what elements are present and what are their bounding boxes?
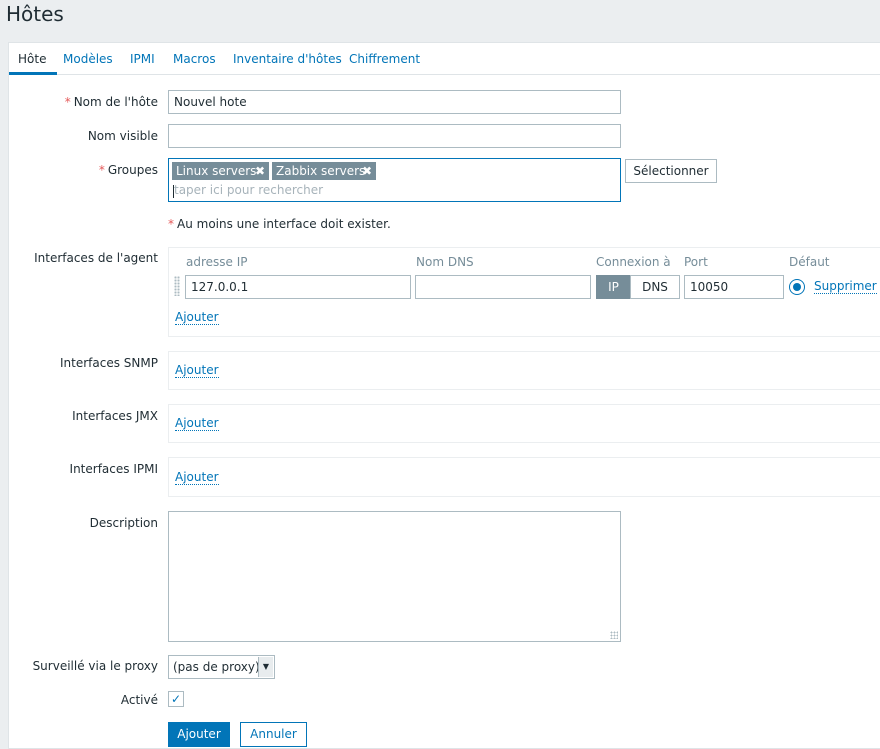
description-textarea[interactable] [168,511,621,642]
visible-name-input[interactable] [168,124,621,148]
text-cursor [173,185,174,198]
remove-interface-link[interactable]: Supprimer [814,279,877,294]
page-title: Hôtes [6,2,64,26]
cancel-button[interactable]: Annuler [240,722,307,747]
jmx-interfaces-label: Interfaces JMX [72,409,158,423]
remove-icon[interactable]: ✖ [360,162,374,180]
tab-host[interactable]: Hôte [18,52,46,66]
proxy-select-value: (pas de proxy) [173,660,260,674]
tab-encryption[interactable]: Chiffrement [349,52,420,66]
tab-macros[interactable]: Macros [173,52,216,66]
required-marker: * [64,95,71,109]
select-groups-button[interactable]: Sélectionner [625,159,717,183]
default-interface-radio[interactable] [789,279,805,295]
tab-templates[interactable]: Modèles [63,52,113,66]
group-chip-label: Linux servers [176,164,257,178]
group-chip: Zabbix servers ✖ [272,162,376,180]
ipmi-interfaces-label: Interfaces IPMI [69,462,158,476]
add-jmx-interface-link[interactable]: Ajouter [175,416,219,431]
agent-ip-input[interactable]: 127.0.0.1 [185,275,411,299]
snmp-interfaces-box [168,351,880,390]
tab-ipmi[interactable]: IPMI [130,52,155,66]
tab-bar: Hôte Modèles IPMI Macros Inventaire d'hô… [9,43,880,75]
col-port-header: Port [684,255,708,269]
visible-name-label: Nom visible [87,129,158,143]
interface-warning: * Au moins une interface doit exister. [168,217,391,231]
remove-icon[interactable]: ✖ [253,162,267,180]
host-name-input[interactable]: Nouvel hote [168,90,621,114]
connect-ip-toggle[interactable]: IP [596,275,631,299]
col-dns-header: Nom DNS [416,255,474,269]
host-name-label: * Nom de l'hôte [64,95,158,109]
add-agent-interface-link[interactable]: Ajouter [175,310,219,325]
proxy-select[interactable]: (pas de proxy) ▼ [168,655,275,679]
add-snmp-interface-link[interactable]: Ajouter [175,363,219,378]
groups-label: * Groupes [98,163,158,177]
active-tab-indicator [9,72,57,75]
required-marker: * [98,163,105,177]
groups-search-placeholder[interactable]: taper ici pour rechercher [174,183,323,197]
enabled-label: Activé [120,693,158,707]
jmx-interfaces-box [168,404,880,443]
group-chip: Linux servers ✖ [172,162,269,180]
agent-dns-input[interactable] [415,275,591,299]
drag-handle-icon[interactable] [174,276,180,296]
chevron-down-icon[interactable]: ▼ [258,657,273,677]
add-button[interactable]: Ajouter [168,722,230,747]
agent-port-input[interactable]: 10050 [684,275,784,299]
add-ipmi-interface-link[interactable]: Ajouter [175,470,219,485]
enabled-checkbox[interactable]: ✓ [168,691,184,707]
resize-grip-icon[interactable] [610,631,618,639]
proxy-label: Surveillé via le proxy [32,659,158,673]
col-connect-header: Connexion à [596,255,671,269]
connect-dns-toggle[interactable]: DNS [630,275,680,299]
col-ip-header: adresse IP [186,255,248,269]
groups-multiselect[interactable]: Linux servers ✖ Zabbix servers ✖ taper i… [168,158,621,202]
snmp-interfaces-label: Interfaces SNMP [60,356,158,370]
group-chip-label: Zabbix servers [276,164,366,178]
description-label: Description [89,516,158,530]
host-form-panel: Hôte Modèles IPMI Macros Inventaire d'hô… [8,42,880,749]
col-default-header: Défaut [789,255,830,269]
tab-inventory[interactable]: Inventaire d'hôtes [233,52,342,66]
agent-interfaces-label: Interfaces de l'agent [34,251,158,265]
checkmark-icon: ✓ [170,692,182,706]
ipmi-interfaces-box [168,457,880,497]
